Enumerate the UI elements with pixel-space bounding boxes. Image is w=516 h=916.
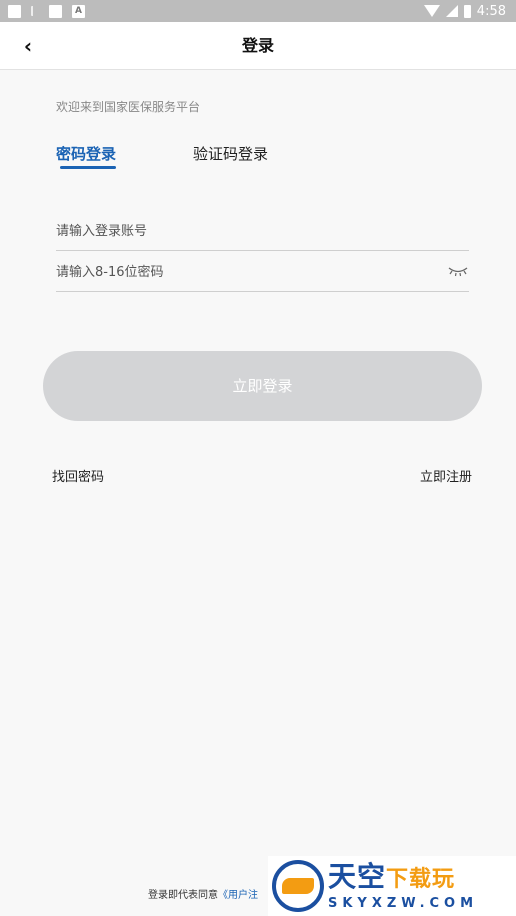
download-icon (31, 6, 39, 16)
watermark-title-orange: 下载玩 (386, 866, 456, 892)
login-button[interactable]: 立即登录 (43, 351, 482, 421)
tab-password-login[interactable]: 密码登录 (56, 143, 116, 164)
status-bar: A 4:58 (0, 0, 516, 22)
agreement-text: 登录即代表同意《用户注 (148, 886, 258, 901)
active-tab-indicator (60, 166, 116, 169)
notification-icon (49, 4, 62, 18)
header: 登录 ‹ (0, 22, 516, 70)
agreement-prefix: 登录即代表同意 (148, 890, 218, 901)
back-arrow-icon[interactable]: ‹ (18, 36, 38, 56)
password-input[interactable] (56, 254, 469, 290)
forgot-password-link[interactable]: 找回密码 (52, 466, 104, 485)
eye-closed-icon[interactable] (447, 262, 469, 278)
wifi-icon (423, 5, 440, 17)
account-field (56, 213, 469, 251)
account-input[interactable] (56, 213, 469, 249)
app-a-icon: A (72, 4, 85, 18)
watermark-subtitle: SKYXZW.COM (328, 895, 479, 911)
watermark-logo-icon (272, 860, 324, 912)
welcome-text: 欢迎来到国家医保服务平台 (56, 100, 201, 114)
battery-icon (463, 4, 471, 18)
watermark-title-blue: 天空 (328, 859, 387, 893)
page-title: 登录 (241, 36, 274, 55)
register-link[interactable]: 立即注册 (420, 466, 472, 485)
watermark: 天空下载玩 SKYXZW.COM (268, 856, 516, 916)
tab-sms-login[interactable]: 验证码登录 (193, 143, 268, 164)
password-field (56, 254, 469, 292)
notification-icon (8, 4, 21, 18)
signal-icon (445, 5, 458, 17)
user-agreement-link[interactable]: 《用户注 (218, 890, 258, 901)
status-time: 4:58 (476, 3, 506, 19)
